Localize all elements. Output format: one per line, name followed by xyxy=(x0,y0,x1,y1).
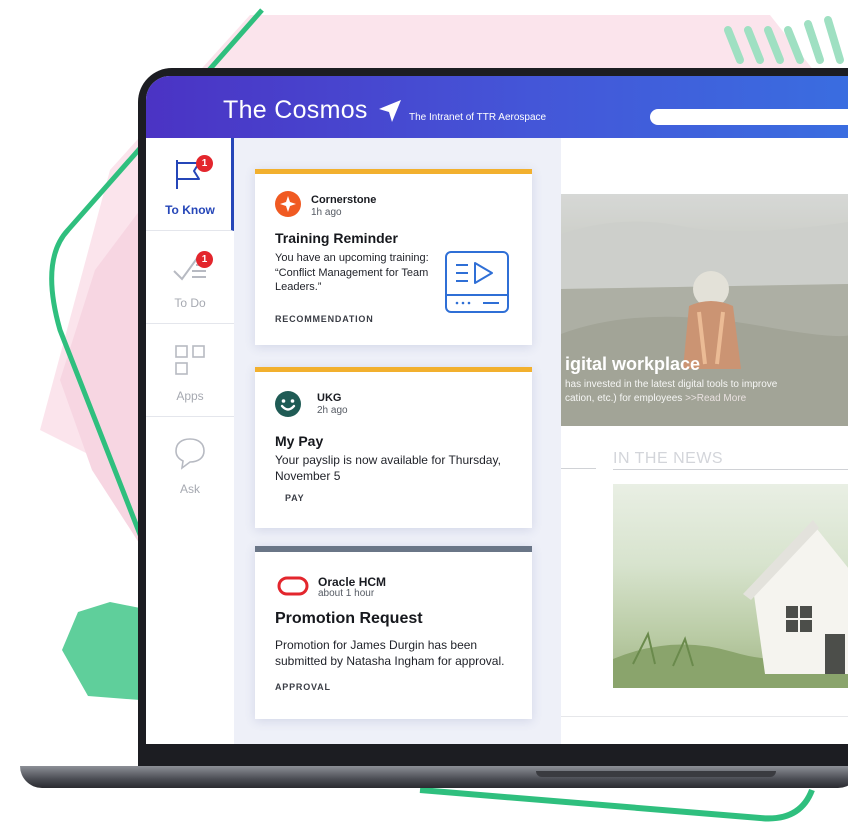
card-title: My Pay xyxy=(275,433,324,449)
news-heading: IN THE NEWS xyxy=(613,450,724,467)
laptop-base xyxy=(20,766,848,788)
card-title: Promotion Request xyxy=(275,610,423,627)
video-training-icon xyxy=(445,251,509,313)
card-accent-bar xyxy=(255,367,532,372)
nav-item-to-know[interactable]: 1 To Know xyxy=(146,138,234,231)
cornerstone-logo-icon xyxy=(275,191,301,217)
pink-left-shape xyxy=(60,210,150,560)
paper-plane-icon xyxy=(379,100,401,122)
section-divider xyxy=(561,468,596,469)
nav-label-ask: Ask xyxy=(179,482,200,496)
card-tag: APPROVAL xyxy=(275,682,331,692)
app-title[interactable]: The Cosmos xyxy=(223,96,368,125)
hero-text-line-1: has invested in the latest digital tools… xyxy=(565,379,778,390)
feed-card-pay[interactable]: UKG 2h ago My Pay Your payslip is now av… xyxy=(255,367,532,528)
hero-title: igital workplace xyxy=(565,354,701,374)
card-source: UKG xyxy=(317,392,342,404)
read-more-link[interactable]: >>Read More xyxy=(685,393,746,404)
card-body: Your payslip is now available for Thursd… xyxy=(275,453,501,483)
oracle-logo-icon xyxy=(277,576,309,596)
card-time: 2h ago xyxy=(317,405,348,416)
apps-grid-icon xyxy=(175,345,205,375)
hero-text-line-2: cation, etc.) for employees xyxy=(565,392,683,404)
hero-banner[interactable]: igital workplace has invested in the lat… xyxy=(561,194,848,426)
app-subtitle: The Intranet of TTR Aerospace xyxy=(409,112,547,123)
nav-item-to-do[interactable]: 1 To Do xyxy=(146,231,234,324)
notification-badge: 1 xyxy=(196,155,213,172)
card-tag: PAY xyxy=(285,493,305,503)
marketing-stage: The Cosmos The Intranet of TTR Aerospace… xyxy=(0,0,848,835)
card-tag: RECOMMENDATION xyxy=(275,314,374,324)
chat-bubbles-icon xyxy=(175,438,205,470)
green-outline-bottom xyxy=(419,787,815,822)
hero-text: has invested in the latest digital tools… xyxy=(565,378,845,405)
notification-feed: Cornerstone 1h ago Training Reminder You… xyxy=(234,138,561,744)
card-accent-bar xyxy=(255,169,532,174)
nav-label-to-know: To Know xyxy=(165,203,215,217)
card-body: You have an upcoming training: “Conflict… xyxy=(275,252,429,294)
nav-label-to-do: To Do xyxy=(174,296,206,310)
card-time: about 1 hour xyxy=(318,588,375,599)
card-source: Oracle HCM xyxy=(318,575,387,589)
app-header: The Cosmos The Intranet of TTR Aerospace xyxy=(146,76,848,138)
news-image[interactable] xyxy=(613,484,848,688)
card-body: Promotion for James Durgin has been subm… xyxy=(275,638,505,668)
news-divider xyxy=(613,469,848,470)
search-input[interactable] xyxy=(650,109,848,125)
card-time: 1h ago xyxy=(311,207,342,218)
card-title: Training Reminder xyxy=(275,230,398,246)
sidebar-nav: 1 To Know 1 To Do Apps Ask xyxy=(146,138,234,744)
ukg-logo-icon xyxy=(275,391,301,417)
nav-item-ask[interactable]: Ask xyxy=(146,417,234,510)
feed-card-training[interactable]: Cornerstone 1h ago Training Reminder You… xyxy=(255,169,532,345)
content-bottom-divider xyxy=(561,716,848,717)
house-illustration xyxy=(613,520,848,688)
main-content: igital workplace has invested in the lat… xyxy=(561,138,848,744)
laptop-notch xyxy=(536,771,776,777)
notification-badge: 1 xyxy=(196,251,213,268)
card-accent-bar xyxy=(255,546,532,552)
nav-label-apps: Apps xyxy=(176,389,204,403)
nav-item-apps[interactable]: Apps xyxy=(146,324,234,417)
laptop-screen: The Cosmos The Intranet of TTR Aerospace… xyxy=(146,76,848,744)
feed-card-promotion[interactable]: Oracle HCM about 1 hour Promotion Reques… xyxy=(255,546,532,719)
card-source: Cornerstone xyxy=(311,194,377,206)
